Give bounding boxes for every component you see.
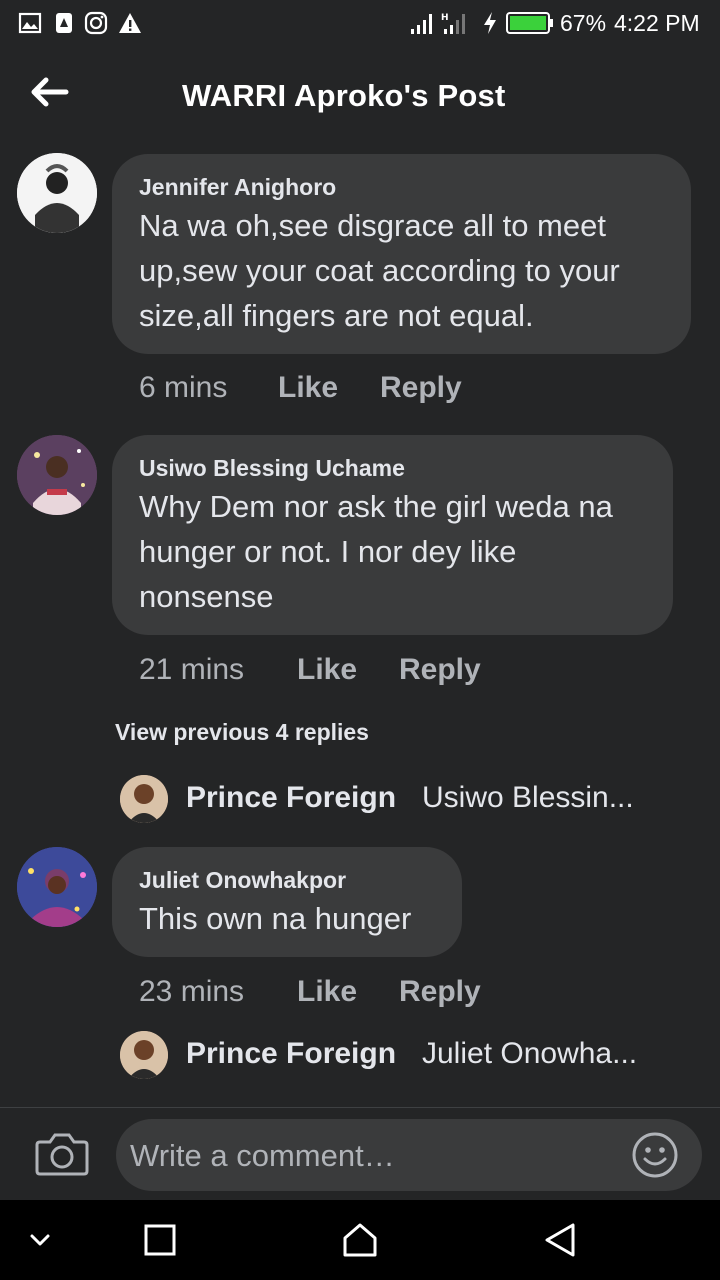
comment-composer: Write a comment… — [0, 1107, 720, 1201]
signal-icon — [411, 14, 432, 34]
comment-author[interactable]: Jennifer Anighoro — [139, 174, 336, 201]
comment-line: This own na hunger — [139, 901, 412, 936]
chevron-down-icon[interactable] — [20, 1220, 60, 1260]
image-icon — [18, 12, 42, 34]
comment-time: 21 mins — [139, 653, 245, 686]
comment-line: size,all fingers are not equal. — [139, 298, 534, 333]
reply-preview[interactable]: Prince Foreign Juliet Onowha... — [120, 1031, 680, 1081]
warning-icon — [119, 13, 141, 33]
comment-line: nonsense — [139, 579, 274, 614]
battery-icon — [506, 12, 553, 34]
avatar — [120, 775, 168, 823]
page-header: WARRI Aproko's Post — [0, 50, 720, 145]
reply-snippet: Usiwo Blessin... — [422, 781, 634, 814]
comment-line: Na wa oh,see disgrace all to meet — [139, 208, 606, 243]
alert-app-icon — [56, 13, 72, 33]
comment-line: up,sew your coat according to your — [139, 253, 620, 288]
comment-author[interactable]: Juliet Onowhakpor — [139, 867, 346, 894]
reply-preview[interactable]: Prince Foreign Usiwo Blessin... — [120, 775, 680, 825]
comment-author[interactable]: Usiwo Blessing Uchame — [139, 455, 405, 482]
emoji-icon[interactable] — [631, 1131, 679, 1179]
like-button[interactable]: Like — [297, 653, 357, 687]
system-nav-bar — [0, 1200, 720, 1280]
svg-text:H: H — [441, 13, 449, 23]
signal-h-icon: H — [441, 13, 465, 34]
comment-text: Why Dem nor ask the girl weda na hunger … — [139, 484, 613, 619]
comment-bubble[interactable]: Usiwo Blessing Uchame Why Dem nor ask th… — [112, 435, 673, 635]
reply-author: Prince Foreign — [186, 1037, 397, 1070]
back-arrow-icon[interactable] — [26, 72, 70, 112]
page-title: WARRI Aproko's Post — [182, 78, 506, 113]
comment-bubble[interactable]: Jennifer Anighoro Na wa oh,see disgrace … — [112, 154, 691, 354]
avatar[interactable] — [17, 153, 97, 233]
camera-icon[interactable] — [34, 1128, 90, 1178]
clock: 4:22 PM — [614, 10, 700, 36]
like-button[interactable]: Like — [278, 371, 338, 405]
recents-square-icon[interactable] — [140, 1220, 180, 1260]
avatar[interactable] — [17, 847, 97, 927]
avatar-photo — [17, 435, 97, 515]
avatar-photo — [120, 1031, 168, 1079]
avatar-photo — [17, 153, 97, 233]
avatar[interactable] — [17, 435, 97, 515]
comment-text: Na wa oh,see disgrace all to meet up,sew… — [139, 203, 620, 338]
comment-text: This own na hunger — [139, 896, 411, 941]
charging-icon — [484, 12, 496, 34]
status-bar: H 67% 4:22 PM — [0, 0, 720, 50]
comment-time: 6 mins — [139, 371, 228, 404]
home-icon[interactable] — [340, 1220, 380, 1260]
comment-placeholder: Write a comment… — [130, 1138, 395, 1173]
like-button[interactable]: Like — [297, 975, 357, 1009]
avatar-photo — [120, 775, 168, 823]
reply-button[interactable]: Reply — [380, 371, 462, 405]
comment-line: Why Dem nor ask the girl weda na — [139, 489, 613, 524]
comment-input[interactable]: Write a comment… — [116, 1119, 702, 1191]
battery-percent: 67% — [560, 10, 607, 36]
avatar — [120, 1031, 168, 1079]
back-triangle-icon[interactable] — [540, 1220, 580, 1260]
reply-snippet: Juliet Onowha... — [422, 1037, 638, 1070]
avatar-photo — [17, 847, 97, 927]
comment-bubble[interactable]: Juliet Onowhakpor This own na hunger — [112, 847, 462, 957]
comment-time: 23 mins — [139, 975, 245, 1008]
instagram-icon — [84, 11, 108, 35]
reply-button[interactable]: Reply — [399, 975, 481, 1009]
view-previous-replies-link[interactable]: View previous 4 replies — [115, 719, 369, 746]
comment-line: hunger or not. I nor dey like — [139, 534, 517, 569]
reply-author: Prince Foreign — [186, 781, 397, 814]
reply-button[interactable]: Reply — [399, 653, 481, 687]
